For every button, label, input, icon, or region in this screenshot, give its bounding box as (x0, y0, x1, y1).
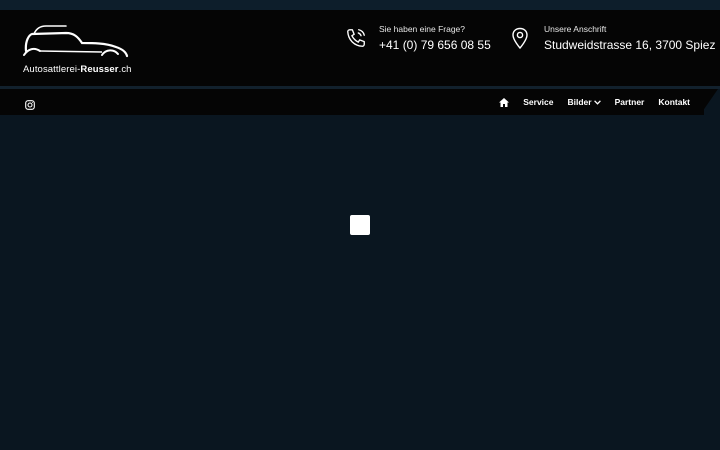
site-header: Autosattlerei-Reusser.ch Sie haben eine … (0, 10, 720, 86)
chevron-down-icon (593, 99, 601, 105)
logo-text: Autosattlerei-Reusser.ch (23, 64, 132, 75)
nav-item-kontakt[interactable]: Kontakt (658, 97, 690, 107)
contact-phone: Sie haben eine Frage? +41 (0) 79 656 08 … (345, 10, 495, 86)
nav-home[interactable] (499, 97, 510, 107)
nav-item-partner[interactable]: Partner (615, 97, 645, 107)
address-value[interactable]: Studweidstrasse 16, 3700 Spiez (544, 38, 715, 52)
phone-icon (345, 27, 367, 54)
car-silhouette-icon (23, 25, 129, 58)
address-label: Unsere Anschrift (544, 24, 607, 34)
top-strip (0, 0, 720, 10)
nav-menu: Service Bilder Partner Kontakt (485, 89, 690, 115)
main-navbar: Service Bilder Partner Kontakt (0, 89, 704, 115)
nav-item-service[interactable]: Service (523, 97, 553, 107)
nav-item-bilder[interactable]: Bilder (568, 97, 601, 107)
loading-indicator (350, 215, 370, 235)
phone-label: Sie haben eine Frage? (379, 24, 466, 34)
navbar-tail (700, 89, 718, 115)
map-pin-icon (511, 27, 529, 54)
home-icon (499, 97, 510, 107)
nav-item-bilder-label: Bilder (567, 97, 592, 107)
phone-number-link[interactable]: +41 (0) 79 656 08 55 (379, 38, 491, 52)
instagram-icon[interactable] (25, 97, 35, 110)
site-logo[interactable]: Autosattlerei-Reusser.ch (22, 21, 132, 77)
contact-address: Unsere Anschrift Studweidstrasse 16, 370… (511, 10, 716, 86)
